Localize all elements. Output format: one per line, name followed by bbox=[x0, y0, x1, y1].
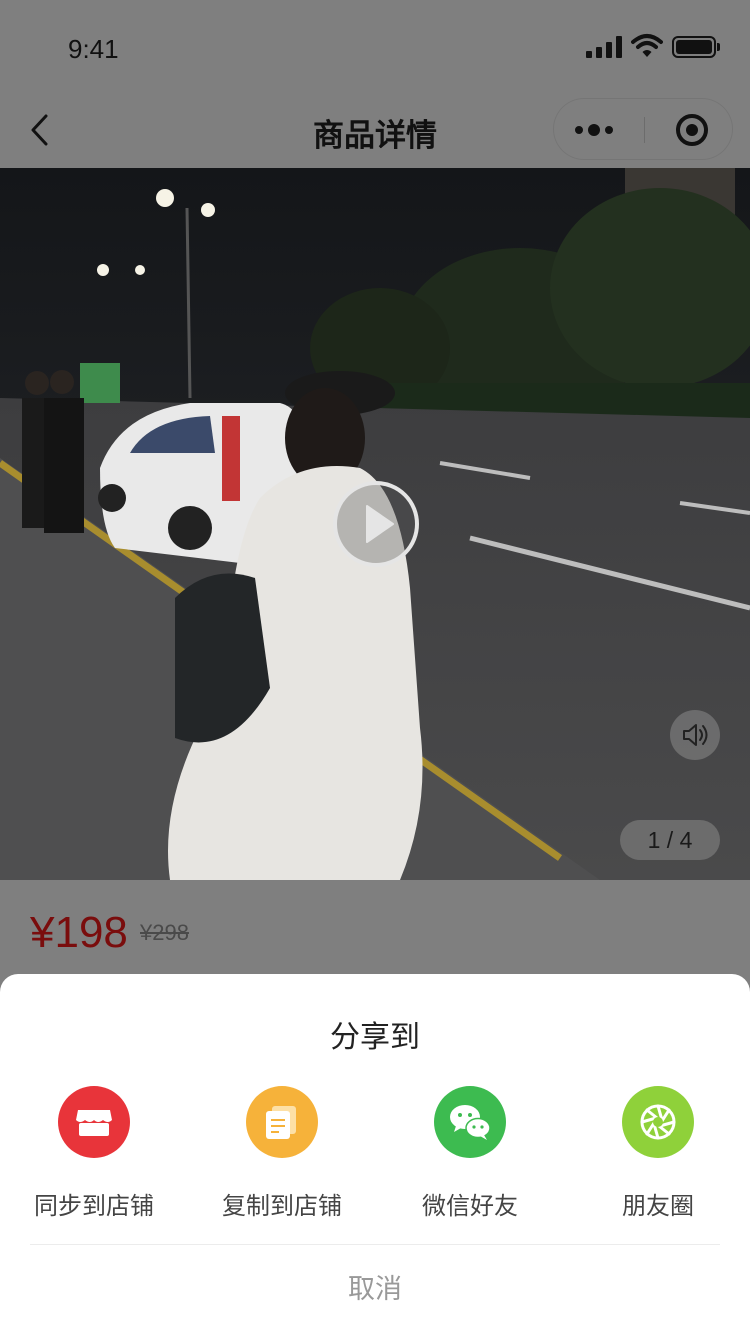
target-icon bbox=[676, 114, 708, 146]
share-option-label: 同步到店铺 bbox=[34, 1192, 154, 1220]
nav-bar: 商品详情 bbox=[0, 92, 750, 168]
current-price: ¥198 bbox=[30, 908, 128, 957]
store-icon bbox=[58, 1086, 130, 1158]
product-media[interactable]: 1 / 4 bbox=[0, 168, 750, 880]
wechat-icon bbox=[434, 1086, 506, 1158]
play-button[interactable] bbox=[332, 480, 420, 568]
cancel-button[interactable]: 取消 bbox=[0, 1245, 750, 1334]
moments-icon bbox=[622, 1086, 694, 1158]
mini-program-capsule bbox=[553, 98, 733, 160]
play-icon bbox=[333, 481, 419, 567]
share-option-label: 朋友圈 bbox=[622, 1192, 694, 1220]
speaker-icon bbox=[683, 724, 708, 746]
share-option-copy-store[interactable]: 复制到店铺 bbox=[188, 1086, 376, 1220]
copy-icon bbox=[246, 1086, 318, 1158]
status-bar: 9:41 bbox=[0, 0, 750, 92]
share-sheet-title: 分享到 bbox=[330, 1020, 420, 1055]
wifi-icon bbox=[631, 34, 663, 57]
media-page-indicator: 1 / 4 bbox=[620, 820, 720, 860]
more-dots-icon bbox=[575, 124, 613, 136]
share-option-label: 微信好友 bbox=[422, 1192, 518, 1220]
share-option-moments[interactable]: 朋友圈 bbox=[564, 1086, 750, 1220]
share-option-sync-store[interactable]: 同步到店铺 bbox=[0, 1086, 188, 1220]
status-time: 9:41 bbox=[68, 34, 119, 64]
share-sheet: 分享到 同步到店铺 复制到店铺 微信好友 朋友圈 取消 bbox=[0, 974, 750, 1334]
original-price: ¥298 bbox=[140, 920, 189, 945]
signal-icon bbox=[586, 36, 622, 58]
share-option-wechat-friend[interactable]: 微信好友 bbox=[376, 1086, 564, 1220]
more-button[interactable] bbox=[554, 99, 644, 161]
close-mini-program-button[interactable] bbox=[645, 99, 734, 161]
battery-icon bbox=[672, 36, 720, 58]
sound-toggle-button[interactable] bbox=[670, 710, 720, 760]
share-option-label: 复制到店铺 bbox=[222, 1192, 342, 1220]
